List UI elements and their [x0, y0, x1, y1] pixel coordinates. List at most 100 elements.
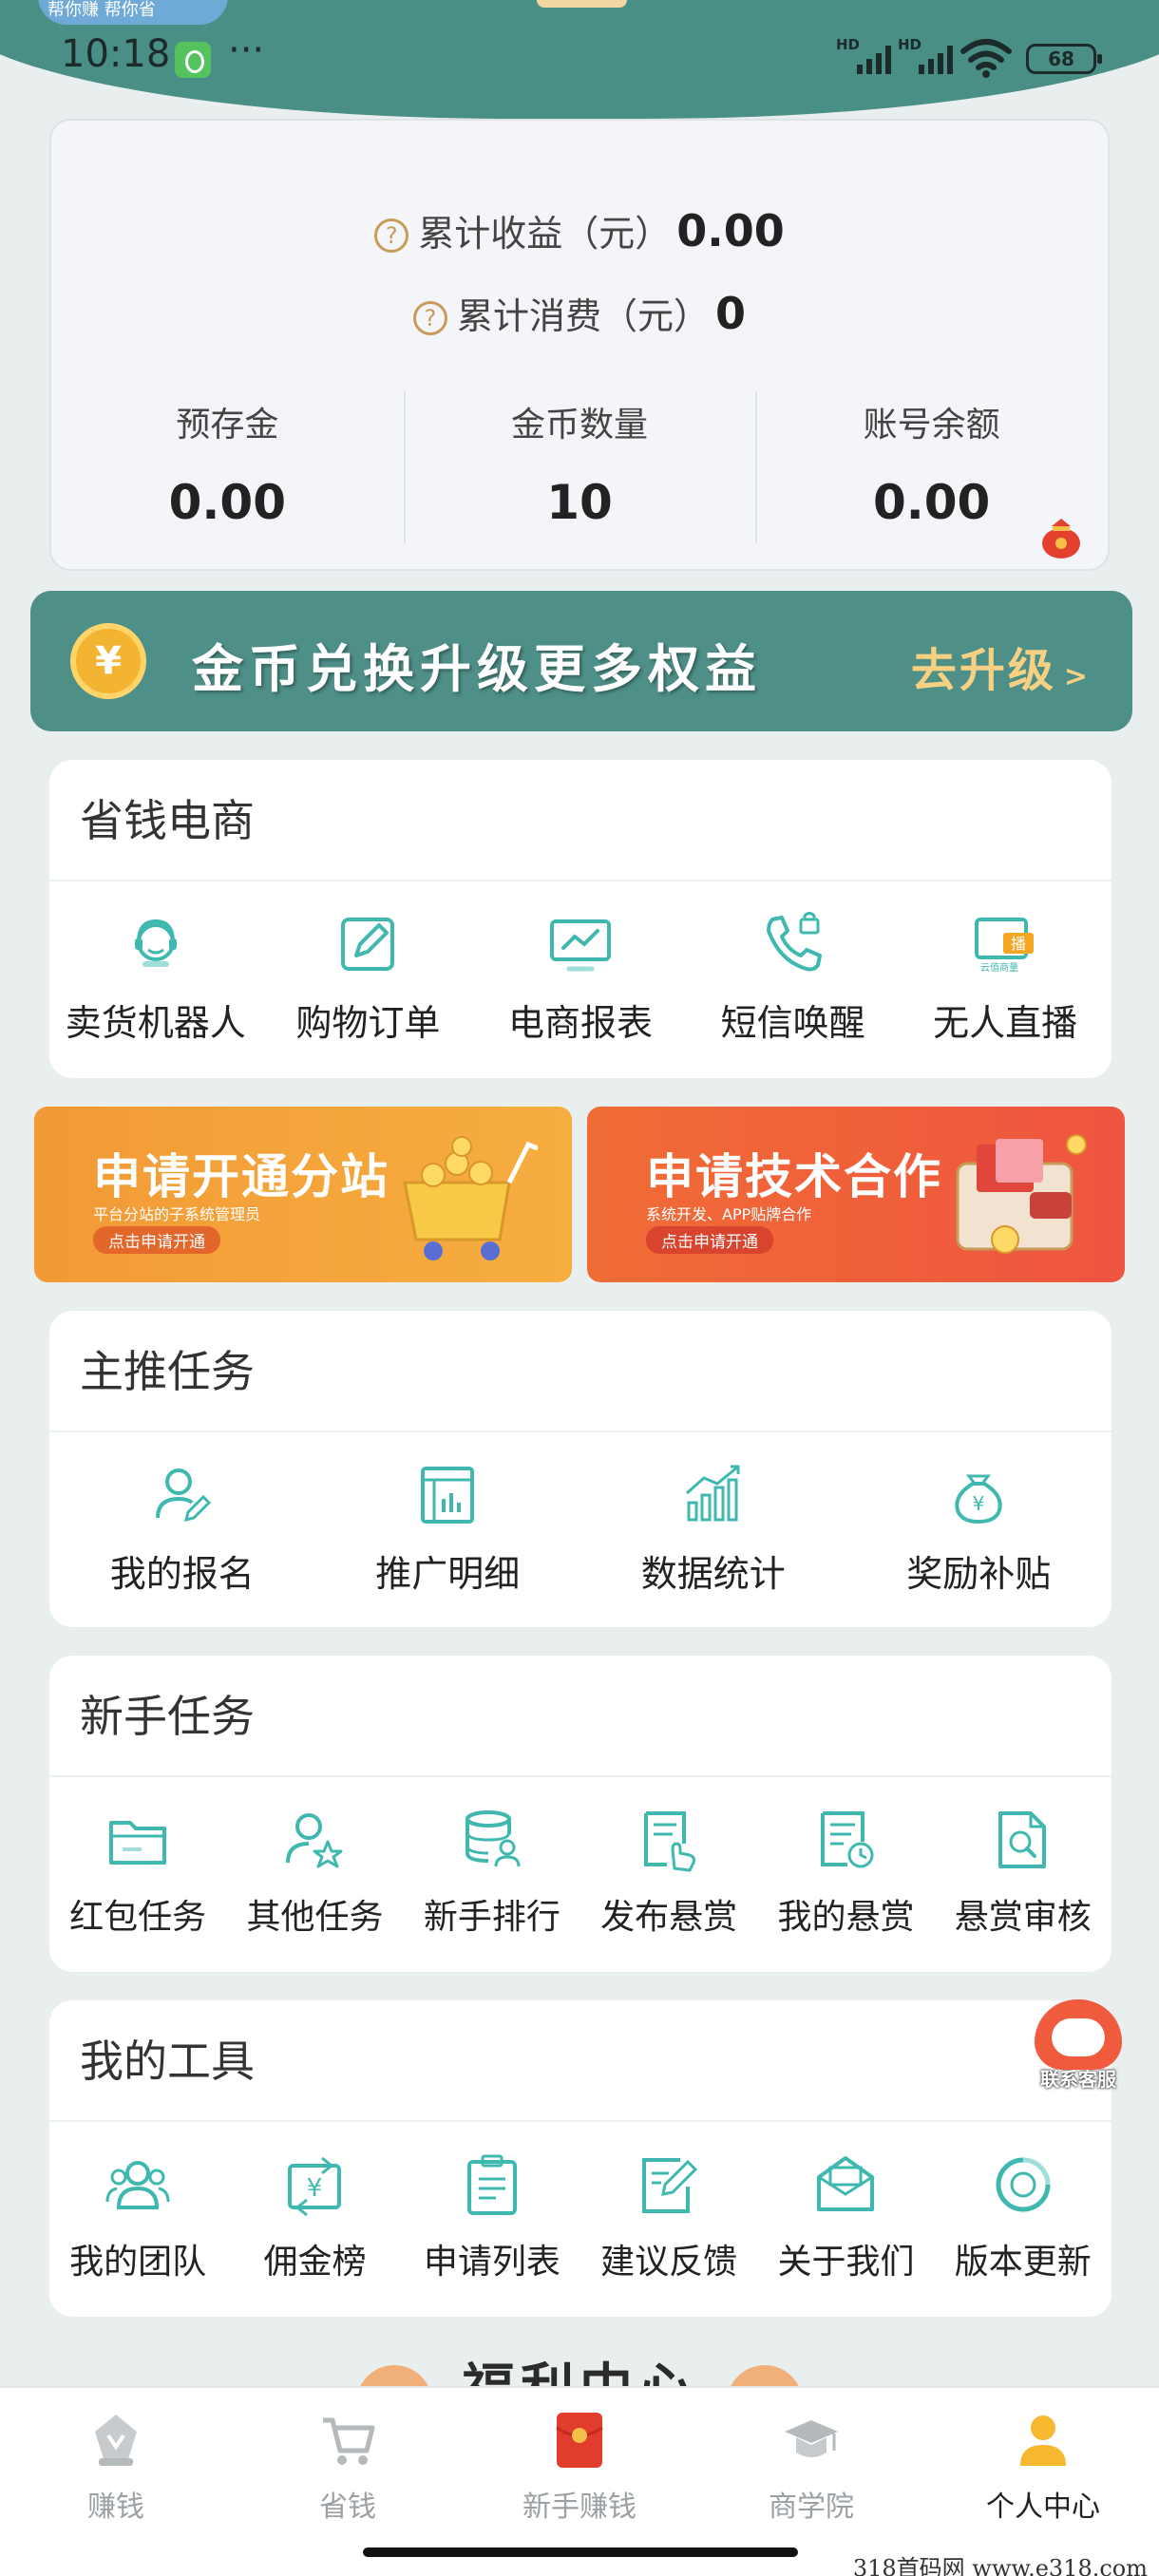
apply-tech-cooperation-banner[interactable]: 申请技术合作 系统开发、APP贴牌合作 点击申请开通: [587, 1107, 1125, 1282]
more-dots-icon: ···: [228, 28, 265, 72]
promo-title: 申请开通分站: [93, 1149, 390, 1204]
edit-icon: [341, 918, 395, 971]
menu-item-label: 我的团队: [69, 2243, 207, 2282]
chart-monitor-icon: [549, 919, 611, 972]
menu-item-label: 悬赏审核: [954, 1898, 1092, 1937]
menu-item-label: 佣金榜: [263, 2243, 367, 2282]
team-icon: [105, 2161, 170, 2209]
upgrade-banner[interactable]: ¥ 金币兑换升级更多权益 去升级 >: [30, 591, 1132, 731]
nav-label: 商学院: [769, 2491, 854, 2524]
section-title: 省钱电商: [49, 760, 1112, 881]
earn-icon: [95, 2415, 137, 2466]
live-icon: 播云值商量: [975, 918, 1035, 974]
wifi-icon: [960, 39, 1012, 78]
status-bar: 10:18 ··· HD HD 68: [0, 0, 1159, 114]
stats-icon: [685, 1465, 740, 1522]
stat-deposit[interactable]: 预存金 0.00: [51, 391, 404, 548]
menu-item-label: 我的报名: [109, 1553, 255, 1595]
phone-lock-icon: [766, 912, 822, 972]
total-spend-label: 累计消费（元）: [456, 295, 710, 337]
menu-item-orders[interactable]: 购物订单: [262, 881, 475, 1046]
main-tasks-section: 主推任务 我的报名 推广明细 数据统计 ¥ 奖励补贴: [49, 1311, 1112, 1627]
menu-item-label: 其他任务: [246, 1898, 384, 1937]
menu-item-version-update[interactable]: 版本更新: [935, 2122, 1112, 2283]
stat-coins[interactable]: 金币数量 10: [403, 391, 756, 548]
stats-card: ? 累计收益（元） 0.00 ? 累计消费（元） 0 预存金 0.00 金币数量 10 …: [49, 119, 1110, 571]
menu-item-label: 红包任务: [69, 1898, 207, 1937]
menu-item-my-bounty[interactable]: 我的悬赏: [757, 1777, 934, 1939]
menu-item-application-list[interactable]: 申请列表: [404, 2122, 580, 2283]
menu-item-label: 新手排行: [423, 1898, 560, 1937]
nav-label: 赚钱: [87, 2491, 144, 2524]
red-money-bag-icon[interactable]: [1036, 513, 1087, 560]
stat-label: 金币数量: [511, 406, 649, 445]
robot-icon: [134, 919, 177, 967]
help-icon[interactable]: ?: [412, 301, 447, 335]
stat-label: 账号余额: [863, 406, 1000, 445]
red-envelope-icon: [556, 2413, 603, 2468]
page: 帮你赚 帮你省 10:18 ··· HD HD 68 ? 累计收益（元） 0.00 …: [0, 0, 1159, 2576]
menu-item-promo-details[interactable]: 推广明细: [315, 1432, 581, 1597]
apply-substation-banner[interactable]: 申请开通分站 平台分站的子系统管理员 点击申请开通: [34, 1107, 572, 1282]
update-icon: [996, 2157, 1051, 2212]
menu-item-label: 奖励补贴: [906, 1553, 1052, 1595]
section-title: 新手任务: [49, 1656, 1112, 1777]
cart-icon: [323, 2417, 375, 2465]
total-income-row[interactable]: ? 累计收益（元） 0.00: [51, 204, 1108, 256]
section-title: 我的工具: [49, 2000, 1112, 2122]
menu-item-label: 推广明细: [375, 1553, 521, 1595]
customer-service-button[interactable]: 联系客服: [1026, 1999, 1130, 2094]
menu-item-label: 无人直播: [933, 1002, 1078, 1044]
report-icon: [421, 1467, 475, 1524]
newbie-tasks-grid: 红包任务 其他任务 新手排行 发布悬赏 我的悬赏 悬赏审核: [49, 1777, 1112, 1967]
menu-item-feedback[interactable]: 建议反馈: [580, 2122, 757, 2283]
section-title: 主推任务: [49, 1311, 1112, 1432]
menu-item-label: 发布悬赏: [600, 1898, 738, 1937]
menu-item-label: 卖货机器人: [65, 1002, 246, 1044]
menu-item-red-packet-task[interactable]: 红包任务: [49, 1777, 226, 1939]
menu-item-other-tasks[interactable]: 其他任务: [226, 1777, 403, 1939]
promo-button[interactable]: 点击申请开通: [646, 1226, 773, 1254]
menu-item-label: 关于我们: [777, 2243, 915, 2282]
menu-item-bounty-review[interactable]: 悬赏审核: [935, 1777, 1112, 1939]
menu-item-publish-bounty[interactable]: 发布悬赏: [580, 1777, 757, 1939]
home-indicator[interactable]: [363, 2548, 798, 2557]
menu-item-my-signup[interactable]: 我的报名: [49, 1432, 315, 1597]
nav-label: 个人中心: [986, 2491, 1100, 2524]
svg-text:¥: ¥: [973, 1492, 985, 1515]
menu-item-label: 申请列表: [423, 2243, 560, 2282]
clipboard-icon: [466, 2154, 517, 2215]
menu-item-sms-wakeup[interactable]: 短信唤醒: [687, 881, 900, 1046]
promo-subtitle: 系统开发、APP贴牌合作: [646, 1205, 812, 1223]
graduation-cap-icon: [785, 2420, 838, 2457]
nav-personal-center[interactable]: 个人中心: [927, 2388, 1159, 2576]
user-edit-icon: [155, 1468, 211, 1523]
menu-item-my-team[interactable]: 我的团队: [49, 2122, 226, 2283]
svg-text:云值商量: 云值商量: [980, 961, 1018, 974]
help-icon[interactable]: ?: [374, 218, 409, 253]
menu-item-newbie-ranking[interactable]: 新手排行: [404, 1777, 580, 1939]
menu-item-reward-subsidy[interactable]: ¥ 奖励补贴: [846, 1432, 1112, 1597]
total-income-value: 0.00: [676, 205, 785, 256]
menu-item-ecom-report[interactable]: 电商报表: [474, 881, 687, 1046]
total-spend-value: 0: [715, 288, 747, 339]
doc-clock-icon: [821, 1811, 874, 1868]
person-icon: [1020, 2415, 1066, 2466]
upgrade-button[interactable]: 去升级 >: [911, 633, 1091, 699]
status-time: 10:18: [61, 32, 171, 76]
menu-item-data-stats[interactable]: 数据统计: [580, 1432, 846, 1597]
menu-item-label: 我的悬赏: [777, 1898, 915, 1937]
nav-earn[interactable]: 赚钱: [0, 2388, 232, 2576]
menu-item-live-stream[interactable]: 播云值商量 无人直播: [899, 881, 1112, 1046]
stat-value: 0.00: [168, 475, 287, 530]
commission-icon: ¥: [288, 2156, 342, 2217]
menu-item-about-us[interactable]: 关于我们: [757, 2122, 934, 2283]
promo-subtitle: 平台分站的子系统管理员: [93, 1205, 261, 1223]
mail-icon: [817, 2156, 875, 2211]
promo-button[interactable]: 点击申请开通: [93, 1226, 220, 1254]
watermark: 318首码网 www.e318.com: [852, 2555, 1148, 2576]
menu-item-sales-robot[interactable]: 卖货机器人: [49, 881, 262, 1046]
menu-item-commission-board[interactable]: ¥ 佣金榜: [226, 2122, 403, 2283]
total-spend-row[interactable]: ? 累计消费（元） 0: [51, 287, 1108, 339]
menu-item-label: 短信唤醒: [720, 1002, 865, 1044]
